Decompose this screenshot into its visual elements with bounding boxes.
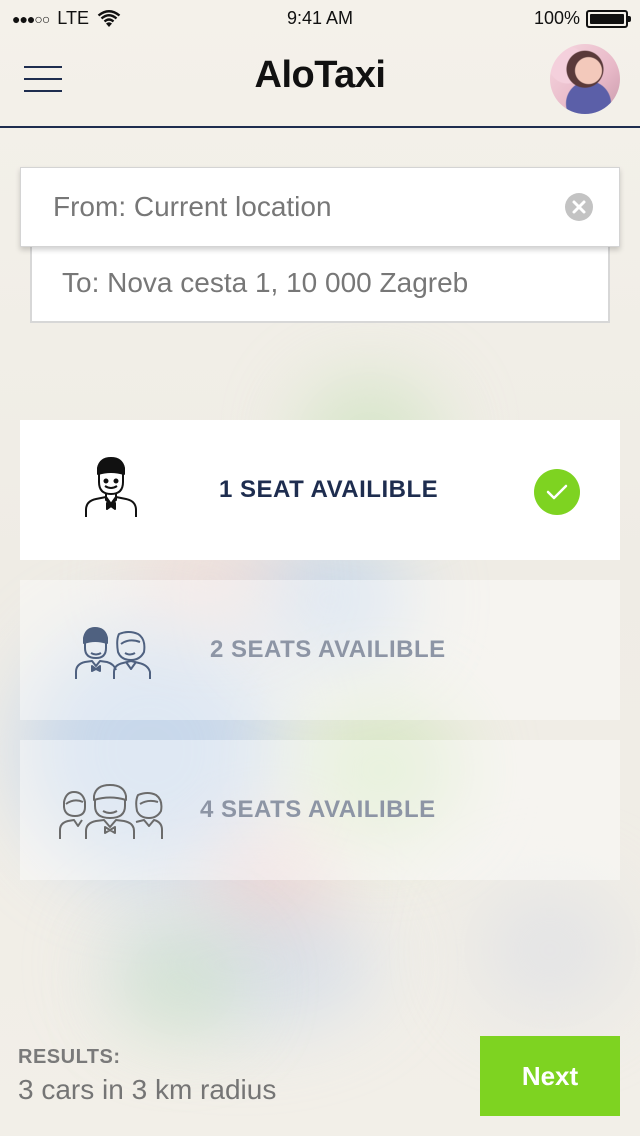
to-location-field[interactable]: To: Nova cesta 1, 10 000 Zagreb (30, 245, 610, 323)
battery-percent: 100% (533, 8, 580, 28)
to-location-value: To: Nova cesta 1, 10 000 Zagreb (62, 267, 469, 298)
next-button[interactable]: Next (480, 1036, 620, 1116)
seat-option-label: 1 SEAT AVAILIBLE (219, 476, 439, 503)
from-location-field[interactable]: From: Current location (20, 167, 620, 247)
two-people-icon (75, 627, 151, 679)
three-people-icon (59, 784, 163, 839)
navigation-bar: AloTaxi (0, 40, 640, 128)
results-value: 3 cars in 3 km radius (18, 1074, 277, 1105)
app-title: AloTaxi (254, 54, 386, 96)
seat-option-1[interactable]: 1 SEAT AVAILIBLE (20, 420, 620, 560)
seat-option-2[interactable]: 2 SEATS AVAILIBLE (20, 580, 620, 720)
avatar[interactable] (550, 44, 620, 114)
from-location-value: From: Current location (53, 191, 332, 222)
seat-option-label: 2 SEATS AVAILIBLE (210, 636, 446, 663)
results-title: RESULTS: (18, 1046, 121, 1068)
status-bar: ●●●○○ LTE 9:41 AM 100% (0, 0, 640, 40)
close-icon (572, 200, 586, 214)
seat-option-label: 4 SEATS AVAILIBLE (200, 796, 436, 823)
battery-icon (586, 9, 631, 28)
clear-icon[interactable] (565, 193, 593, 221)
seat-option-4[interactable]: 4 SEATS AVAILIBLE (20, 740, 620, 880)
one-person-icon (85, 457, 137, 517)
checkmark-icon (534, 469, 580, 515)
